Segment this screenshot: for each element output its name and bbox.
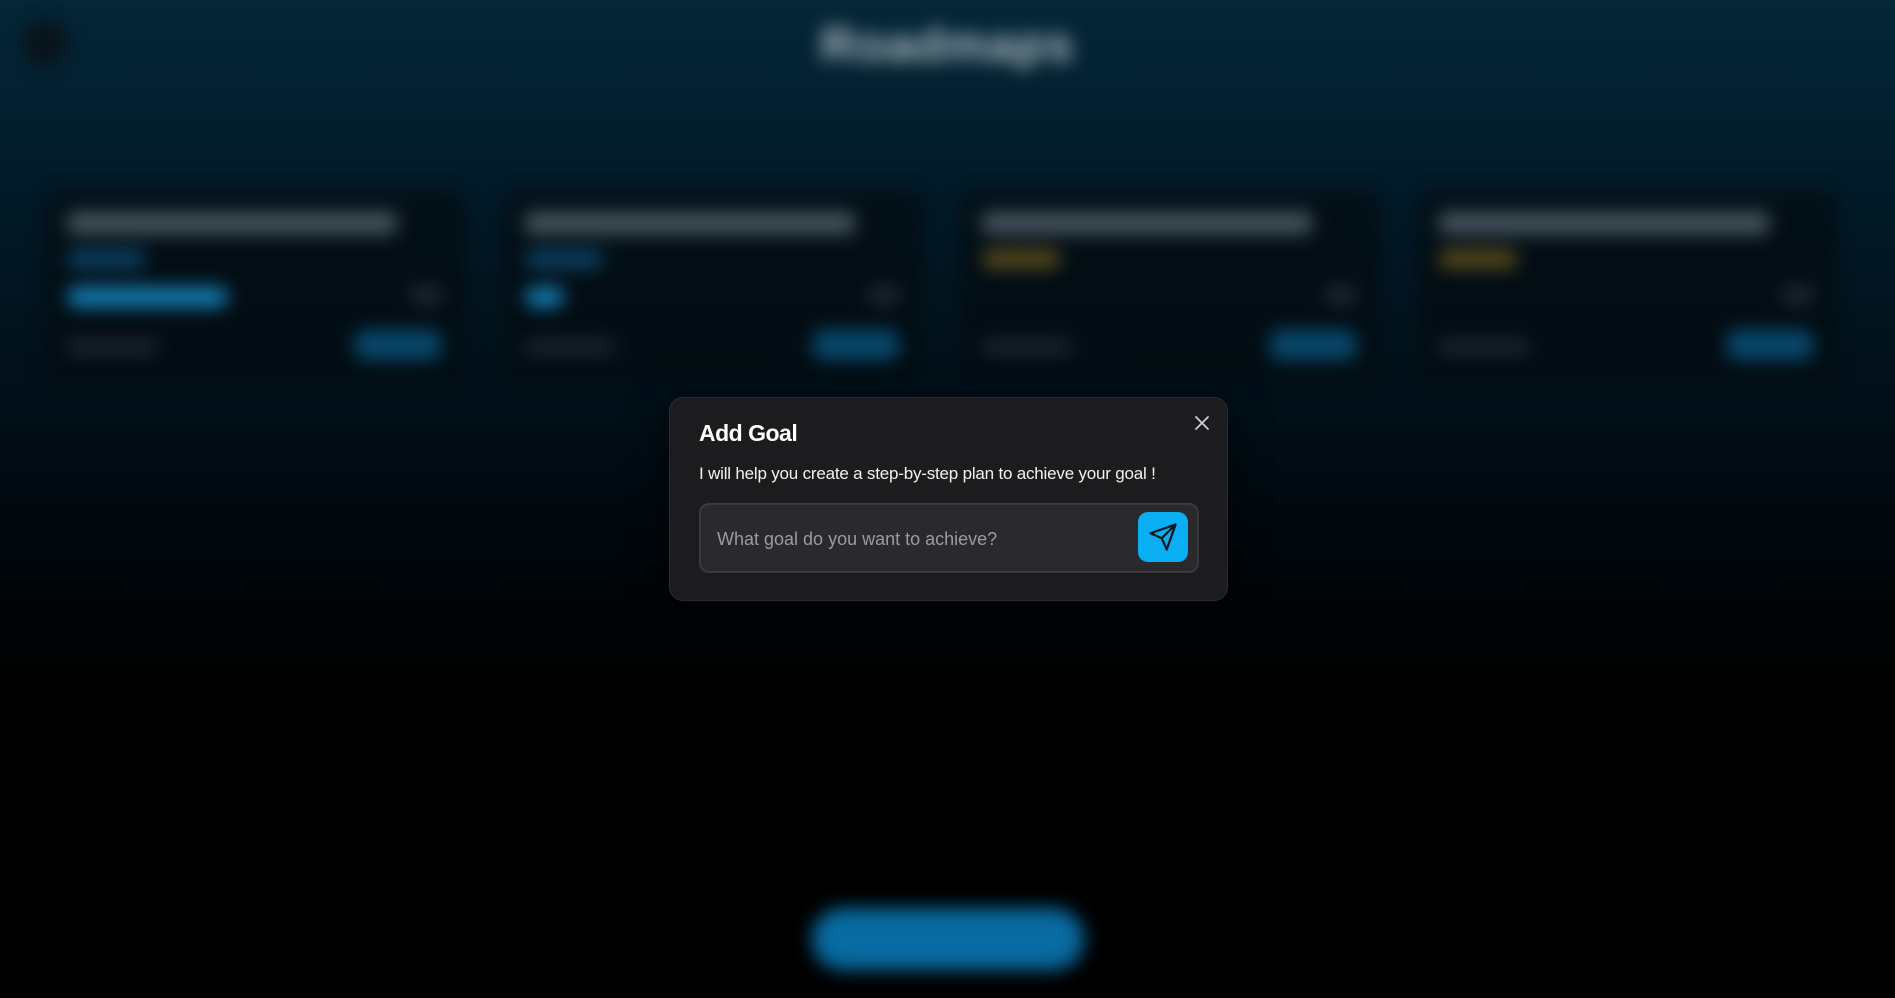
goal-card-open-button — [813, 330, 899, 360]
dialog-description: I will help you create a step-by-step pl… — [699, 464, 1156, 483]
goal-card — [1417, 192, 1837, 382]
goal-card-open-button — [355, 330, 441, 360]
goal-input[interactable] — [715, 505, 1119, 573]
goal-card-open-button — [1727, 330, 1813, 360]
close-icon — [1195, 416, 1209, 430]
dialog-title: Add Goal — [699, 420, 798, 446]
close-button[interactable] — [1191, 412, 1213, 434]
goal-card-status-badge — [67, 250, 145, 268]
goal-card-date — [67, 340, 157, 354]
goal-card-progress-bar — [525, 287, 564, 307]
goal-card-title — [982, 212, 1312, 234]
send-button[interactable] — [1138, 512, 1188, 562]
goal-card-title — [525, 212, 855, 234]
goal-card — [960, 192, 1380, 382]
goal-card-date — [982, 340, 1072, 354]
goal-card-title — [67, 212, 397, 234]
add-goal-dialog: Add Goal I will help you create a step-b… — [669, 397, 1228, 601]
goal-card-title — [1439, 212, 1769, 234]
goal-card-status-badge — [1439, 250, 1517, 268]
goal-card-progress-value — [1783, 288, 1813, 302]
goal-card-progress-value — [411, 288, 441, 302]
page-title: Roadmaps — [820, 19, 1075, 72]
goal-card-date — [525, 340, 615, 354]
send-icon — [1149, 523, 1177, 551]
goal-card-open-button — [1270, 330, 1356, 360]
app-page: Roadmaps Add Goal I will help you create… — [0, 0, 1895, 998]
goal-card-status-badge — [525, 250, 603, 268]
goal-card — [503, 192, 923, 382]
goal-card-progress-bar — [67, 287, 228, 307]
goal-card-date — [1439, 340, 1529, 354]
goal-card — [45, 192, 465, 382]
add-goal-button — [812, 908, 1084, 970]
goal-input-container — [699, 503, 1199, 573]
goal-card-status-badge — [982, 250, 1060, 268]
goal-card-progress-value — [1326, 288, 1356, 302]
goal-card-progress-value — [869, 288, 899, 302]
